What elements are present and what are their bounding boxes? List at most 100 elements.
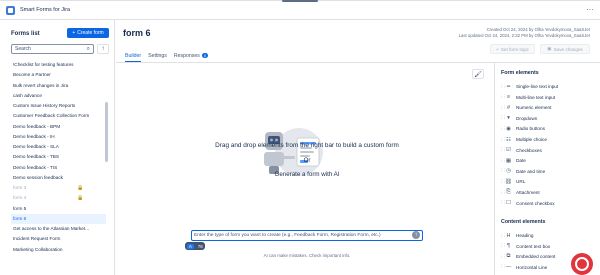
form-list-item[interactable]: Demo feedback - TIS bbox=[11, 163, 106, 173]
drag-handle-icon[interactable]: ⋮⋮ bbox=[499, 115, 507, 121]
plus-icon: + bbox=[72, 30, 76, 36]
grammar-helper-chip[interactable]: A 78 bbox=[185, 242, 205, 250]
element-heading[interactable]: ⋮⋮ H Heading bbox=[499, 231, 533, 240]
element-radio[interactable]: ⋮⋮ ◉ Radio buttons bbox=[499, 124, 545, 133]
forms-list-sidebar: Forms list + Create form Search ⌕ ↑ !Che… bbox=[0, 20, 115, 275]
form-list-item[interactable]: Get access to the Atlassian Market... bbox=[11, 224, 106, 234]
form-list-item-label: Marketing Collaboration bbox=[13, 246, 63, 252]
radio-icon: ◉ bbox=[506, 125, 511, 132]
search-input[interactable]: Search ⌕ bbox=[11, 44, 94, 54]
grammar-helper-count: 78 bbox=[197, 243, 203, 249]
drag-handle-icon[interactable]: ⋮⋮ bbox=[499, 190, 507, 196]
drag-handle-icon[interactable]: ⋮⋮ bbox=[499, 147, 507, 153]
element-text-line[interactable]: ⋮⋮ ━ Single-line text input bbox=[499, 82, 558, 91]
element-consent-checkbox[interactable]: ⋮⋮ ☐ Consent checkbox bbox=[499, 199, 555, 208]
drag-handle-icon[interactable]: ⋮⋮ bbox=[499, 168, 507, 174]
forms-list-title: Forms list bbox=[11, 31, 40, 37]
form-list-item-label: !Checklist for testing features bbox=[13, 62, 74, 67]
tab-settings[interactable]: Settings bbox=[148, 53, 167, 62]
element-numeric[interactable]: ⋮⋮ # Numeric element bbox=[499, 103, 551, 112]
drag-handle-icon[interactable]: ⋮⋮ bbox=[499, 94, 507, 100]
form-list-item[interactable]: Incident Request Form bbox=[11, 234, 106, 244]
app-header: Smart Forms for Jira ⋯ bbox=[0, 1, 600, 20]
sort-button[interactable]: ↑ bbox=[97, 44, 109, 54]
drag-handle-icon[interactable]: ⋮⋮ bbox=[499, 254, 507, 260]
sidebar-scrollbar[interactable] bbox=[105, 102, 108, 162]
element-embed[interactable]: ⋮⋮ ⧉ Embedded content bbox=[499, 252, 555, 261]
element-multiple-choice[interactable]: ⋮⋮ ☷ Multiple choice bbox=[499, 135, 547, 144]
form-meta: Created Oct 24, 2024 by Olha Yevdokymova… bbox=[459, 27, 590, 38]
drag-handle-icon[interactable]: ⋮⋮ bbox=[499, 243, 507, 249]
element-text-box[interactable]: ⋮⋮ ¶ Content text box bbox=[499, 242, 550, 251]
drag-handle-icon[interactable]: ⋮⋮ bbox=[499, 137, 507, 143]
drag-handle-icon[interactable]: ⋮⋮ bbox=[499, 233, 507, 239]
element-checkbox[interactable]: ⋮⋮ ☑ Checkboxes bbox=[499, 146, 542, 155]
drag-handle-icon[interactable]: ⋮⋮ bbox=[499, 105, 507, 111]
save-changes-button[interactable]: ▣ Save changes bbox=[540, 44, 590, 54]
form-list-item-label: cash advance bbox=[13, 92, 42, 98]
drag-handle-icon[interactable]: ⋮⋮ bbox=[499, 126, 507, 132]
element-attachment[interactable]: ⋮⋮ ⎘ Attachment bbox=[499, 188, 540, 197]
text-multiline-icon: ≡ bbox=[506, 94, 511, 101]
text-line-icon: ━ bbox=[506, 83, 511, 90]
element-label: Embedded content bbox=[516, 254, 556, 260]
form-list-item[interactable]: Marketing Collaboration bbox=[11, 245, 106, 255]
form-list-item-label: Become a Partner bbox=[13, 72, 51, 78]
element-calendar-clock[interactable]: ⋮⋮ ◷ Date and time bbox=[499, 167, 545, 176]
element-text-multiline[interactable]: ⋮⋮ ≡ Multi-line text input bbox=[499, 93, 555, 102]
form-list-item[interactable]: Become a Partner bbox=[11, 70, 106, 80]
create-form-button[interactable]: + Create form bbox=[67, 28, 109, 38]
ai-prompt-input[interactable]: Enter the type of form you want to creat… bbox=[191, 230, 423, 241]
form-list-item[interactable]: Demo feedback - SLA bbox=[11, 142, 106, 152]
form-list-item[interactable]: Demo feedback - BPM bbox=[11, 122, 106, 132]
ai-send-button[interactable]: ↑ bbox=[412, 231, 420, 239]
form-list-item[interactable]: form 5 bbox=[11, 204, 106, 214]
content-elements-title: Content elements bbox=[501, 219, 546, 225]
form-list-item[interactable]: Demo feedback - IH bbox=[11, 132, 106, 142]
more-actions-icon[interactable]: ⋯ bbox=[586, 5, 594, 14]
form-list-item[interactable]: Custom Issue History Reports bbox=[11, 101, 106, 111]
form-list-item[interactable]: Bulk revert changes in Jira bbox=[11, 81, 106, 91]
drag-handle-icon[interactable]: ⋮⋮ bbox=[499, 84, 507, 90]
lock-icon: 🔒 bbox=[77, 185, 84, 191]
form-list-item[interactable]: form 4 🔒 bbox=[11, 193, 106, 203]
form-list-item[interactable]: form 3 🔒 bbox=[11, 183, 106, 193]
form-list-item-label: Demo feedback - TBS bbox=[13, 154, 60, 160]
builder-canvas[interactable]: Drag and drop elements from the right ba… bbox=[121, 63, 493, 275]
horizontal-line-icon: — bbox=[505, 264, 512, 271]
element-calendar[interactable]: ⋮⋮ ▦ Date bbox=[499, 156, 526, 165]
or-text: Or bbox=[303, 157, 311, 164]
checkbox-icon: ☑ bbox=[506, 147, 511, 154]
text-box-icon: ¶ bbox=[507, 243, 510, 250]
set-form-logic-button[interactable]: ⑂ Set form logic bbox=[490, 44, 535, 54]
form-list-item[interactable]: !Checklist for testing features bbox=[11, 60, 106, 70]
help-button[interactable] bbox=[571, 253, 593, 275]
form-list-item[interactable]: cash advance bbox=[11, 91, 106, 101]
ai-prompt-placeholder: Enter the type of form you want to creat… bbox=[194, 233, 381, 238]
form-list-item[interactable]: form 6 bbox=[11, 213, 106, 224]
drag-handle-icon[interactable]: ⋮⋮ bbox=[499, 179, 507, 185]
form-list-item-label: form 5 bbox=[13, 205, 27, 211]
paint-brush-button[interactable]: 🖌 bbox=[472, 69, 484, 79]
element-dropdown[interactable]: ⋮⋮ ▾ Dropdown bbox=[499, 114, 537, 123]
form-editor: form 6 Created Oct 24, 2024 by Olha Yevd… bbox=[116, 20, 600, 275]
drag-handle-icon[interactable]: ⋮⋮ bbox=[499, 158, 507, 164]
element-label: Horizontal Line bbox=[516, 264, 548, 270]
element-label: Numeric element bbox=[516, 105, 552, 111]
tab-builder-label: Builder bbox=[125, 53, 142, 59]
drag-handle-icon[interactable]: ⋮⋮ bbox=[499, 264, 507, 270]
form-list-item[interactable]: Demo session feedback bbox=[11, 173, 106, 183]
drag-handle-icon[interactable]: ⋮⋮ bbox=[499, 200, 507, 206]
form-list-item-label: Get access to the Atlassian Market... bbox=[13, 226, 90, 231]
form-list-item-label: form 4 bbox=[13, 195, 27, 201]
form-list-item[interactable]: Demo feedback - TBS bbox=[11, 152, 106, 162]
tab-builder[interactable]: Builder bbox=[125, 53, 142, 62]
form-list-item-label: Custom Issue History Reports bbox=[13, 103, 76, 108]
tab-responses[interactable]: Responses 0 bbox=[174, 53, 209, 62]
element-link[interactable]: ⋮⋮ ⛓ URL bbox=[499, 177, 525, 186]
logic-icon: ⑂ bbox=[496, 46, 499, 52]
element-horizontal-line[interactable]: ⋮⋮ — Horizontal Line bbox=[499, 263, 547, 272]
form-list-item-label: Demo feedback - SLA bbox=[13, 144, 59, 149]
element-label: Heading bbox=[516, 233, 534, 238]
form-list-item[interactable]: Customer Feedback Collection Form bbox=[11, 111, 106, 121]
